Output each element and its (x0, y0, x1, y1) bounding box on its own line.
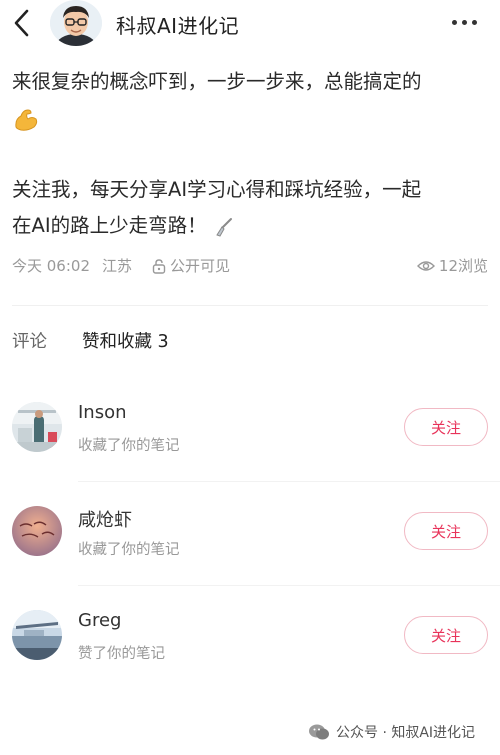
post-text-line-last: 在AI的路上少走弯路！ (12, 208, 492, 244)
avatar[interactable] (12, 402, 62, 452)
more-dots-icon (452, 20, 457, 25)
list-item[interactable]: Greg 赞了你的笔记 关注 (0, 586, 500, 690)
more-dots-icon (462, 20, 467, 25)
more-options-button[interactable] (452, 20, 482, 26)
avatar[interactable] (12, 506, 62, 556)
post-emoji-line (12, 100, 492, 136)
more-dots-icon (472, 20, 477, 25)
tab-comments[interactable]: 评论 (12, 328, 47, 353)
user-action: 收藏了你的笔记 (78, 542, 180, 558)
post-time: 今天 06:02 (12, 257, 90, 275)
watermark: 公众号 · 知叔AI进化记 (308, 722, 475, 742)
view-count: 12浏览 (416, 255, 488, 276)
author-avatar[interactable] (50, 0, 102, 46)
follow-button[interactable]: 关注 (404, 512, 488, 550)
top-bar: 科叔AI进化记 (0, 0, 500, 46)
visibility-label: 公开可见 (170, 257, 231, 275)
flexed-biceps-icon (15, 108, 38, 131)
avatar-illustration (50, 0, 102, 46)
list-item[interactable]: 咸炝虾 收藏了你的笔记 关注 (0, 482, 500, 586)
user-name[interactable]: 咸炝虾 (78, 506, 132, 532)
post-body: 来很复杂的概念吓到，一步一步来，总能搞定的 关注我，每天分享AI学习心得和踩坑经… (12, 64, 492, 244)
wechat-icon (309, 724, 329, 740)
post-text-line: 来很复杂的概念吓到，一步一步来，总能搞定的 (12, 70, 422, 93)
list-item[interactable]: Inson 收藏了你的笔记 关注 (0, 378, 500, 482)
post-location: 江苏 (102, 257, 133, 275)
visibility-setting[interactable]: 公开可见 (152, 255, 230, 276)
broom-icon (215, 217, 232, 237)
user-action: 赞了你的笔记 (78, 646, 165, 662)
avatar[interactable] (12, 610, 62, 660)
lock-icon (152, 258, 166, 274)
post-text-line: 关注我，每天分享AI学习心得和踩坑经验，一起 (12, 178, 422, 201)
chevron-left-icon (14, 9, 29, 37)
post-text: 在AI的路上少走弯路！ (12, 214, 207, 237)
eye-icon (416, 260, 435, 271)
avatar-image (12, 506, 62, 556)
tab-likes-collections[interactable]: 赞和收藏 3 (82, 328, 169, 353)
back-button[interactable] (10, 8, 34, 38)
avatar-image (12, 610, 62, 660)
post-meta: 今天 06:02 江苏 公开可见 12浏览 (12, 255, 488, 277)
watermark-text: 公众号 · 知叔AI进化记 (336, 725, 476, 741)
divider (12, 305, 488, 306)
author-name[interactable]: 科叔AI进化记 (116, 10, 239, 39)
avatar-image (12, 402, 62, 452)
follow-button[interactable]: 关注 (404, 616, 488, 654)
follow-button[interactable]: 关注 (404, 408, 488, 446)
user-action: 收藏了你的笔记 (78, 438, 180, 454)
user-name[interactable]: Greg (78, 610, 121, 631)
views-label: 12浏览 (438, 257, 488, 275)
user-name[interactable]: Inson (78, 402, 127, 423)
